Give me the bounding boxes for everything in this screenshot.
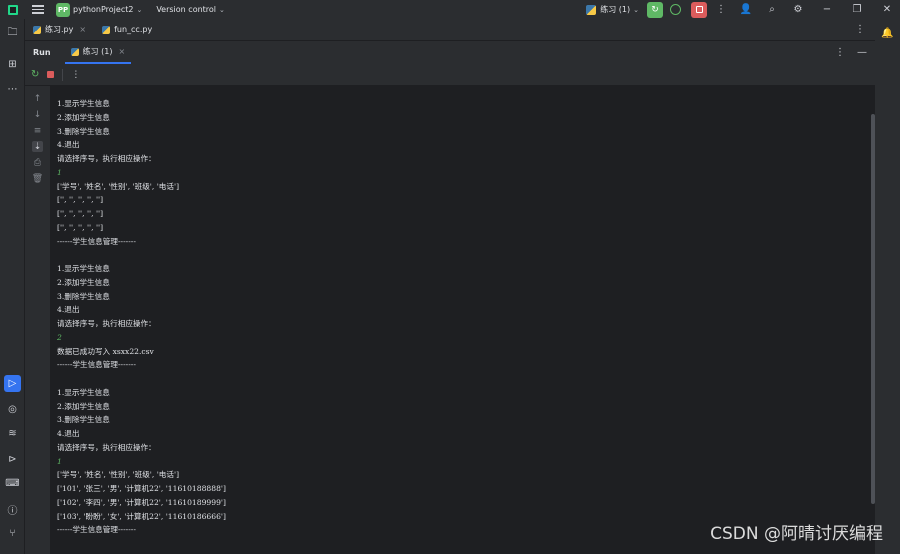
console-input-line: 2: [57, 332, 62, 342]
console-output-line: 请选择序号，执行相应操作：: [57, 319, 156, 328]
version-control-menu[interactable]: Version control: [156, 5, 216, 14]
toolbar-divider: [62, 68, 64, 81]
rerun-button[interactable]: ↻: [647, 1, 663, 18]
python-file-icon: [33, 25, 41, 34]
soft-wrap-icon[interactable]: ≡: [32, 125, 43, 136]
run-configuration-selector[interactable]: 练习 (1): [600, 4, 630, 15]
console-output-line: ------学生信息管理-------: [57, 525, 136, 535]
console-output-line: ['101', '张三', '男', '计算机22', '11610188888…: [57, 484, 226, 493]
search-icon[interactable]: ⌕: [766, 4, 778, 16]
chevron-down-icon[interactable]: ⌄: [219, 6, 225, 14]
stop-button[interactable]: [691, 1, 707, 18]
main-menu-icon[interactable]: [32, 5, 44, 14]
add-user-icon[interactable]: 👤: [740, 4, 752, 16]
console-output-line: ['102', '李四', '男', '计算机22', '11610189999…: [57, 497, 226, 507]
more-options-icon[interactable]: ⋮: [835, 47, 845, 58]
console-output-line: ['', '', '', '', '']: [57, 195, 104, 205]
problems-icon[interactable]: ⓘ: [6, 503, 19, 517]
editor-tab-label: 练习.py: [45, 25, 74, 34]
console-output-line: ['学号', '姓名', '性别', '班级', '电话']: [57, 470, 180, 480]
chevron-down-icon[interactable]: ⌄: [136, 6, 142, 14]
console-output-line: 4.退出: [57, 429, 80, 438]
project-name[interactable]: pythonProject2: [73, 5, 133, 14]
console-input-line: 1: [57, 456, 62, 466]
editor-tab-label: fun_cc.py: [114, 25, 153, 34]
python-file-icon: [102, 25, 111, 34]
console-output-line: 2.添加学生信息: [57, 277, 110, 287]
console-output[interactable]: 1.显示学生信息 2.添加学生信息 3.删除学生信息 4.退出 请选择序号，执行相应操作…: [50, 86, 875, 554]
more-tools-icon[interactable]: ⋯: [6, 83, 19, 96]
folder-icon[interactable]: 🗀: [6, 27, 19, 40]
run-tab[interactable]: 练习 (1) ×: [64, 41, 132, 64]
scroll-to-end-icon[interactable]: ⇣: [32, 141, 43, 152]
editor-tab[interactable]: 练习.py ×: [25, 19, 94, 41]
console-output-line: ['', '', '', '', '']: [57, 209, 104, 218]
gear-icon[interactable]: ⚙: [792, 4, 804, 16]
trash-icon[interactable]: 🗑: [32, 173, 43, 184]
console-side-toolbar: ↑ ↓ ≡ ⇣ ⎙ 🗑: [25, 86, 50, 554]
console-output-line: ['学号', '姓名', '性别', '班级', '电话']: [57, 181, 180, 191]
pycharm-logo-icon: [8, 4, 18, 15]
console-output-line: 3.删除学生信息: [57, 415, 110, 425]
chevron-down-icon[interactable]: ⌄: [633, 6, 639, 14]
console-output-line: ------学生信息管理-------: [57, 360, 136, 370]
python-file-icon: [586, 4, 597, 15]
watermark: CSDN @阿晴讨厌编程: [710, 524, 883, 544]
print-icon[interactable]: ⎙: [32, 157, 43, 168]
editor-tab-bar: 练习.py × fun_cc.py ⋮: [25, 19, 875, 41]
more-actions-icon[interactable]: ⋮: [71, 70, 80, 80]
console-output-line: 请选择序号，执行相应操作：: [57, 154, 156, 163]
console-output-line: 2.添加学生信息: [57, 112, 110, 122]
close-window-button[interactable]: ✕: [880, 4, 894, 15]
console-output-line: 请选择序号，执行相应操作：: [57, 442, 156, 452]
git-icon[interactable]: ⑂: [6, 527, 19, 540]
close-icon[interactable]: ×: [118, 47, 125, 56]
structure-icon[interactable]: ⊞: [6, 58, 19, 71]
run-toolbar: ↻ ⋮: [25, 64, 875, 86]
console-output-line: ------学生信息管理-------: [57, 236, 136, 246]
console-output-line: 2.添加学生信息: [57, 401, 110, 411]
arrow-down-icon[interactable]: ↓: [32, 109, 43, 120]
python-file-icon: [70, 47, 79, 56]
console-output-line: ['103', '盼盼', '女', '计算机22', '11610186666…: [57, 511, 226, 521]
console-output-line: 4.退出: [57, 140, 80, 150]
console-output-line: 数据已成功写入 xsxx22.csv: [57, 346, 154, 356]
tab-actions-icon[interactable]: ⋮: [855, 24, 865, 35]
project-badge[interactable]: PP: [56, 2, 70, 17]
title-bar: PP pythonProject2 ⌄ Version control ⌄ 练习…: [0, 0, 900, 19]
console-input-line: 1: [57, 167, 62, 177]
debug-icon[interactable]: [670, 4, 681, 15]
rerun-icon[interactable]: ↻: [31, 69, 39, 80]
hide-panel-icon[interactable]: —: [857, 47, 867, 58]
notifications-icon[interactable]: 🔔: [881, 27, 894, 40]
close-icon[interactable]: ×: [79, 25, 86, 34]
editor-tab[interactable]: fun_cc.py: [94, 19, 160, 41]
layers-icon[interactable]: ≋: [6, 427, 19, 440]
console-output-line: 1.显示学生信息: [57, 387, 110, 397]
console-scrollbar[interactable]: [871, 114, 875, 504]
minimize-button[interactable]: −: [820, 4, 834, 15]
python-packages-icon[interactable]: ◎: [6, 403, 19, 416]
console-lines: 1.显示学生信息 2.添加学生信息 3.删除学生信息 4.退出 请选择序号，执行相应操作…: [57, 97, 226, 537]
console-output-line: 4.退出: [57, 305, 80, 315]
console-output-line: 1.显示学生信息: [57, 264, 110, 273]
run-window-header: Run 练习 (1) × ⋮ —: [25, 41, 875, 64]
run-tab-label: 练习 (1): [82, 47, 113, 56]
console-output-line: 3.删除学生信息: [57, 126, 110, 136]
console-output-line: ['', '', '', '', '']: [57, 222, 104, 232]
restore-button[interactable]: ❐: [850, 4, 864, 15]
services-icon[interactable]: ⊳: [6, 453, 19, 466]
right-tool-strip: 🔔: [875, 19, 900, 554]
terminal-icon[interactable]: ⌨: [5, 477, 19, 490]
console-output-line: 1.显示学生信息: [57, 99, 110, 108]
left-tool-strip: 🗀 ⊞ ⋯ ▷ ◎ ≋ ⊳ ⌨ ⓘ ⑂: [0, 19, 25, 554]
stop-icon[interactable]: [47, 71, 55, 78]
run-window-title: Run: [33, 48, 51, 57]
more-actions-icon[interactable]: ⋮: [716, 4, 726, 15]
console-output-line: 3.删除学生信息: [57, 291, 110, 301]
run-tool-icon[interactable]: ▷: [4, 375, 21, 392]
arrow-up-icon[interactable]: ↑: [32, 93, 43, 104]
